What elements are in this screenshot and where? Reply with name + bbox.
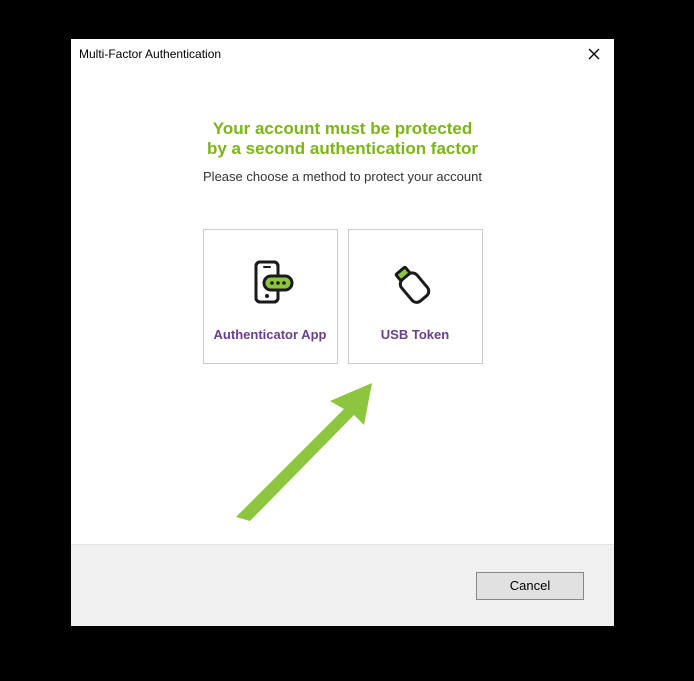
dialog-content: Your account must be protected by a seco… bbox=[71, 69, 614, 544]
mfa-dialog: Multi-Factor Authentication Your account… bbox=[70, 38, 615, 627]
usb-token-label: USB Token bbox=[381, 327, 449, 342]
heading-line1: Your account must be protected bbox=[91, 119, 594, 139]
close-button[interactable] bbox=[582, 42, 606, 66]
close-icon bbox=[588, 48, 600, 60]
authenticator-app-icon bbox=[240, 252, 300, 312]
titlebar: Multi-Factor Authentication bbox=[71, 39, 614, 69]
dialog-footer: Cancel bbox=[71, 544, 614, 626]
authenticator-app-option[interactable]: Authenticator App bbox=[203, 229, 338, 364]
pointer-arrow-icon bbox=[226, 369, 386, 529]
authenticator-app-label: Authenticator App bbox=[214, 327, 327, 342]
usb-token-option[interactable]: USB Token bbox=[348, 229, 483, 364]
usb-token-icon bbox=[385, 252, 445, 312]
cancel-button[interactable]: Cancel bbox=[476, 572, 584, 600]
options-container: Authenticator App USB Token bbox=[91, 229, 594, 364]
heading-line2: by a second authentication factor bbox=[91, 139, 594, 159]
dialog-title: Multi-Factor Authentication bbox=[79, 47, 221, 61]
subtitle: Please choose a method to protect your a… bbox=[91, 169, 594, 184]
